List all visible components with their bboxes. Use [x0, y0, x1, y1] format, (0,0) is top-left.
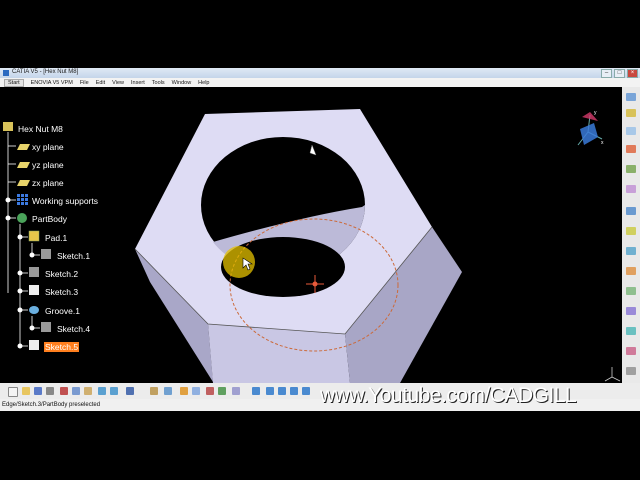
tool-icon[interactable]: [626, 287, 636, 295]
catia-app-icon: [3, 70, 9, 76]
menu-edit[interactable]: Edit: [96, 80, 105, 86]
tree-sketch4[interactable]: Sketch.4: [57, 324, 90, 334]
save-icon[interactable]: [34, 387, 42, 395]
minimize-button[interactable]: –: [601, 69, 612, 78]
tool-icon[interactable]: [626, 165, 636, 173]
paste-icon[interactable]: [84, 387, 92, 395]
compass-y-label: y: [594, 110, 597, 116]
tool-icon[interactable]: [218, 387, 226, 395]
close-button[interactable]: ×: [627, 69, 638, 78]
cursor-highlight: [223, 246, 255, 278]
tool-icon[interactable]: [626, 267, 636, 275]
tool-icon[interactable]: [626, 127, 636, 135]
formula-icon[interactable]: [150, 387, 158, 395]
right-toolbar: [622, 87, 640, 383]
pad-icon: [28, 230, 40, 242]
watermark-text: www.Youtube.com/CADGILL: [320, 384, 577, 407]
copy-icon[interactable]: [72, 387, 80, 395]
tree-sketch5[interactable]: Sketch.5: [44, 342, 80, 352]
tool-icon[interactable]: [626, 227, 636, 235]
tree-sketch2[interactable]: Sketch.2: [45, 269, 78, 279]
tool-icon[interactable]: [626, 367, 636, 375]
menu-bar: Start ENOVIA V5 VPM File Edit View Inser…: [0, 78, 640, 87]
menu-window[interactable]: Window: [172, 80, 192, 86]
zoom-in-icon[interactable]: [302, 387, 310, 395]
menu-tools[interactable]: Tools: [152, 80, 165, 86]
partbody-icon: [17, 213, 27, 223]
tool-icon[interactable]: [626, 347, 636, 355]
sketch-icon: [29, 249, 51, 350]
menu-view[interactable]: View: [112, 80, 124, 86]
help-icon[interactable]: [126, 387, 134, 395]
tool-icon[interactable]: [626, 327, 636, 335]
tree-root-hex-nut[interactable]: Hex Nut M8: [18, 124, 63, 134]
maximize-button[interactable]: □: [614, 69, 625, 78]
tool-icon[interactable]: [232, 387, 240, 395]
grid-icon: [17, 194, 28, 205]
tree-groove1[interactable]: Groove.1: [45, 306, 80, 316]
status-text: Edge/Sketch.3/PartBody preselected: [2, 402, 101, 408]
tool-icon[interactable]: [206, 387, 214, 395]
tool-icon[interactable]: [192, 387, 200, 395]
tool-icon[interactable]: [180, 387, 188, 395]
rotate-icon[interactable]: [290, 387, 298, 395]
menu-help[interactable]: Help: [198, 80, 209, 86]
menu-start[interactable]: Start: [4, 78, 24, 87]
tool-icon[interactable]: [626, 109, 636, 117]
cut-icon[interactable]: [60, 387, 68, 395]
compass-x-label: x: [601, 140, 604, 146]
fit-all-icon[interactable]: [266, 387, 274, 395]
part-icon: [3, 122, 13, 131]
tool-icon[interactable]: [626, 207, 636, 215]
catia-window: CATIA V5 - [Hex Nut M8] – □ × Start ENOV…: [0, 68, 640, 411]
menu-file[interactable]: File: [80, 80, 89, 86]
tree-sketch1[interactable]: Sketch.1: [57, 251, 90, 261]
undo-icon[interactable]: [98, 387, 106, 395]
fly-icon[interactable]: [252, 387, 260, 395]
tree-yz-plane[interactable]: yz plane: [32, 160, 64, 170]
open-icon[interactable]: [22, 387, 30, 395]
groove-icon: [29, 306, 39, 314]
new-icon[interactable]: [8, 387, 18, 397]
tree-pad1[interactable]: Pad.1: [45, 233, 67, 243]
tree-zx-plane[interactable]: zx plane: [32, 178, 64, 188]
axis-triad-icon: [604, 367, 621, 382]
tree-xy-plane[interactable]: xy plane: [32, 142, 64, 152]
tool-icon[interactable]: [626, 247, 636, 255]
menu-enovia[interactable]: ENOVIA V5 VPM: [31, 80, 73, 86]
compass-icon[interactable]: y x: [577, 110, 604, 146]
window-title: CATIA V5 - [Hex Nut M8]: [12, 69, 79, 75]
title-bar: CATIA V5 - [Hex Nut M8] – □ ×: [0, 68, 640, 78]
tool-icon[interactable]: [626, 185, 636, 193]
tree-working-supports[interactable]: Working supports: [32, 196, 98, 206]
print-icon[interactable]: [46, 387, 54, 395]
tool-icon[interactable]: [626, 93, 636, 101]
menu-insert[interactable]: Insert: [131, 80, 145, 86]
redo-icon[interactable]: [110, 387, 118, 395]
pan-icon[interactable]: [278, 387, 286, 395]
tree-sketch3[interactable]: Sketch.3: [45, 287, 78, 297]
tool-icon[interactable]: [164, 387, 172, 395]
plane-icon: [17, 144, 30, 186]
tool-icon[interactable]: [626, 145, 636, 153]
tool-icon[interactable]: [626, 307, 636, 315]
tree-partbody[interactable]: PartBody: [32, 214, 67, 224]
